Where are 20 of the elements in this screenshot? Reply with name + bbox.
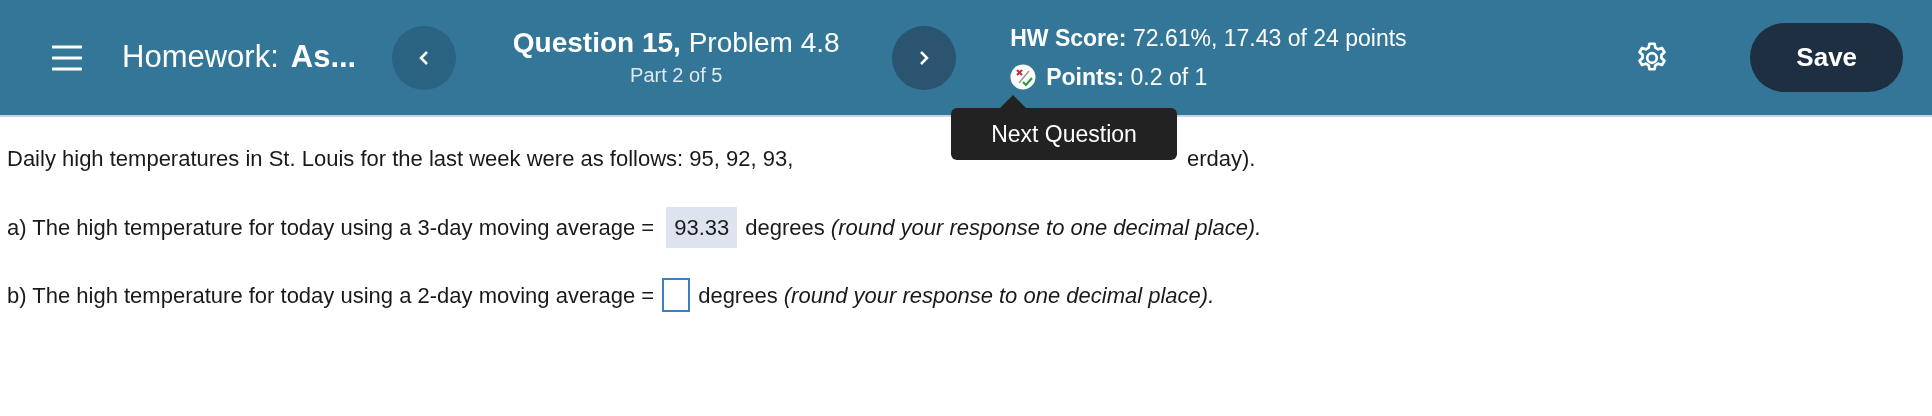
- answer-box[interactable]: 93.33: [666, 207, 738, 248]
- menu-icon[interactable]: [52, 44, 82, 71]
- question-text: b) The high temperature for today using a 2-day moving average =: [7, 281, 655, 310]
- chevron-right-icon: [919, 49, 930, 66]
- intro-text: Daily high temperatures in St. Louis for the last week were as follows: 95, 92, 93,: [7, 144, 795, 173]
- chevron-left-icon: [419, 49, 430, 66]
- question-hint: degrees (round your response to one decimal place).: [698, 281, 1215, 310]
- homework-title-value: As...: [290, 38, 357, 77]
- question-part: Part 2 of 5: [630, 63, 723, 88]
- homework-title: Homework:: [122, 38, 279, 77]
- hw-score: HW Score: 72.61%, 17.43 of 24 points: [1010, 24, 1408, 53]
- question-text: a) The high temperature for today using a 3-day moving average =: [7, 214, 655, 242]
- tooltip-pointer: [999, 95, 1027, 109]
- points-status-icon: [1010, 63, 1037, 90]
- intro-text: erday).: [1187, 144, 1256, 173]
- points-score: Points: 0.2 of 1: [1046, 62, 1208, 92]
- question-hint: degrees (round your response to one decimal place).: [745, 214, 1262, 242]
- answer-box[interactable]: [662, 278, 691, 312]
- save-button[interactable]: Save: [1750, 23, 1904, 92]
- question-title: Question 15, Problem 4.8: [512, 26, 840, 60]
